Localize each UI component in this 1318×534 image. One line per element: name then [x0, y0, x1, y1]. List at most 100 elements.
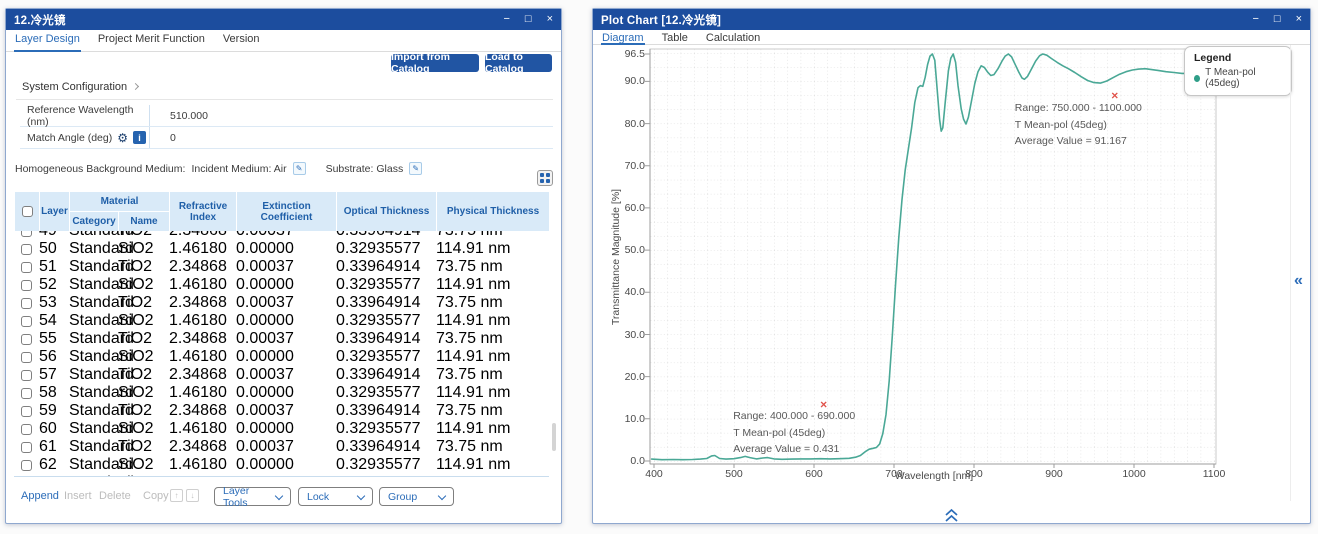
tab-project-merit-function[interactable]: Project Merit Function	[89, 31, 214, 51]
row-checkbox[interactable]	[21, 424, 32, 435]
tab-table[interactable]: Table	[653, 30, 697, 44]
cell-name: TiO2	[118, 330, 169, 348]
tab-layer-design[interactable]: Layer Design	[6, 31, 89, 51]
cell-k: 0.00000	[236, 420, 336, 438]
expand-bottom-panel-icon[interactable]	[944, 508, 959, 523]
move-down-button[interactable]: ↓	[186, 489, 199, 502]
col-header-optical-thickness[interactable]: Optical Thickness	[337, 192, 437, 232]
row-checkbox[interactable]	[21, 231, 32, 237]
row-checkbox[interactable]	[21, 280, 32, 291]
cell-layer: 53	[39, 294, 69, 312]
row-checkbox[interactable]	[21, 244, 32, 255]
table-row[interactable]: 56StandardSiO21.461800.000000.3293557711…	[14, 348, 549, 366]
select-all-checkbox[interactable]	[22, 206, 33, 217]
table-row[interactable]: 58StandardSiO21.461800.000000.3293557711…	[14, 384, 549, 402]
close-icon[interactable]: ×	[547, 9, 553, 30]
table-row[interactable]: 63StandardTiO22.348680.000370.1698245736…	[14, 474, 549, 477]
gear-icon[interactable]: ⚙	[117, 131, 128, 145]
maximize-icon[interactable]: □	[525, 9, 532, 30]
table-row[interactable]: 62StandardSiO21.461800.000000.3293557711…	[14, 456, 549, 474]
col-header-material[interactable]: Material	[70, 192, 170, 212]
load-to-catalog-button[interactable]: Load to Catalog	[485, 54, 552, 72]
collapse-panel-icon[interactable]: «	[1294, 273, 1303, 289]
tab-diagram[interactable]: Diagram	[593, 30, 653, 44]
cell-name: SiO2	[118, 276, 169, 294]
import-from-catalog-button[interactable]: Import from Catalog	[391, 54, 479, 72]
col-header-layer[interactable]: Layer	[40, 192, 70, 232]
layer-tools-dropdown[interactable]: Layer Tools	[214, 487, 291, 506]
y-tick-label: 10.0	[611, 413, 645, 425]
copy-button[interactable]: Copy	[143, 490, 169, 502]
lock-dropdown[interactable]: Lock	[298, 487, 373, 506]
minimize-icon[interactable]: −	[503, 9, 509, 30]
x-tick-label: 900	[1032, 468, 1076, 480]
col-header-name[interactable]: Name	[119, 212, 170, 232]
match-angle-value[interactable]: 0	[149, 127, 553, 148]
row-checkbox[interactable]	[21, 370, 32, 381]
cell-layer: 49	[39, 231, 69, 240]
cell-n: 2.34868	[169, 474, 236, 477]
maximize-icon[interactable]: □	[1274, 9, 1281, 30]
reference-wavelength-label: Reference Wavelength (nm)	[20, 104, 149, 128]
cell-ot: 0.33964914	[336, 231, 436, 240]
cell-name: SiO2	[118, 456, 169, 474]
table-row[interactable]: 59StandardTiO22.348680.000370.3396491473…	[14, 402, 549, 420]
cell-category: Standard	[69, 402, 118, 420]
row-checkbox[interactable]	[21, 334, 32, 345]
cell-pt: 114.91 nm	[436, 384, 549, 402]
cell-layer: 54	[39, 312, 69, 330]
cell-category: Standard	[69, 348, 118, 366]
delete-button[interactable]: Delete	[99, 490, 131, 502]
edit-substrate-icon[interactable]: ✎	[409, 162, 422, 175]
col-header-physical-thickness[interactable]: Physical Thickness	[437, 192, 550, 232]
chevron-down-icon	[438, 491, 446, 499]
reference-wavelength-value[interactable]: 510.000	[149, 105, 553, 126]
cell-pt: 73.75 nm	[436, 366, 549, 384]
group-dropdown[interactable]: Group	[379, 487, 454, 506]
table-row[interactable]: 53StandardTiO22.348680.000370.3396491473…	[14, 294, 549, 312]
row-checkbox[interactable]	[21, 406, 32, 417]
minimize-icon[interactable]: −	[1252, 9, 1258, 30]
table-settings-icon[interactable]	[537, 170, 553, 186]
cell-layer: 52	[39, 276, 69, 294]
table-row[interactable]: 61StandardTiO22.348680.000370.3396491473…	[14, 438, 549, 456]
table-row[interactable]: 51StandardTiO22.348680.000370.3396491473…	[14, 258, 549, 276]
table-row[interactable]: 52StandardSiO21.461800.000000.3293557711…	[14, 276, 549, 294]
tab-version[interactable]: Version	[214, 31, 269, 51]
row-checkbox[interactable]	[21, 442, 32, 453]
system-configuration-header[interactable]: System Configuration	[22, 81, 138, 93]
row-checkbox[interactable]	[21, 298, 32, 309]
table-row[interactable]: 55StandardTiO22.348680.000370.3396491473…	[14, 330, 549, 348]
append-button[interactable]: Append	[21, 490, 59, 502]
arrow-down-icon: ↓	[191, 491, 195, 500]
table-row[interactable]: 60StandardSiO21.461800.000000.3293557711…	[14, 420, 549, 438]
table-row[interactable]: 50StandardSiO21.461800.000000.3293557711…	[14, 240, 549, 258]
arrow-up-icon: ↑	[175, 491, 179, 500]
col-header-extinction-coefficient[interactable]: Extinction Coefficient	[237, 192, 337, 232]
annotation-line: Average Value = 91.167	[1015, 133, 1142, 150]
cell-ot: 0.16982457	[336, 474, 436, 477]
insert-button[interactable]: Insert	[64, 490, 92, 502]
move-up-button[interactable]: ↑	[170, 489, 183, 502]
cell-ot: 0.33964914	[336, 366, 436, 384]
edit-incident-medium-icon[interactable]: ✎	[293, 162, 306, 175]
row-checkbox[interactable]	[21, 352, 32, 363]
cell-layer: 57	[39, 366, 69, 384]
table-row[interactable]: 49StandardTiO22.348680.000370.3396491473…	[14, 231, 549, 240]
row-checkbox[interactable]	[21, 262, 32, 273]
cell-ot: 0.32935577	[336, 456, 436, 474]
row-checkbox[interactable]	[21, 388, 32, 399]
row-checkbox[interactable]	[21, 460, 32, 471]
col-header-refractive-index[interactable]: Refractive Index	[170, 192, 237, 232]
table-row[interactable]: 57StandardTiO22.348680.000370.3396491473…	[14, 366, 549, 384]
layer-table-scroll-area[interactable]: 49StandardTiO22.348680.000370.3396491473…	[14, 231, 549, 477]
cell-name: TiO2	[118, 258, 169, 276]
row-checkbox[interactable]	[21, 316, 32, 327]
table-scrollbar[interactable]	[552, 423, 556, 451]
table-row[interactable]: 54StandardSiO21.461800.000000.3293557711…	[14, 312, 549, 330]
cell-category: Standard	[69, 366, 118, 384]
tab-calculation[interactable]: Calculation	[697, 30, 769, 44]
col-header-category[interactable]: Category	[70, 212, 119, 232]
close-icon[interactable]: ×	[1296, 9, 1302, 30]
info-icon[interactable]: i	[133, 131, 146, 144]
